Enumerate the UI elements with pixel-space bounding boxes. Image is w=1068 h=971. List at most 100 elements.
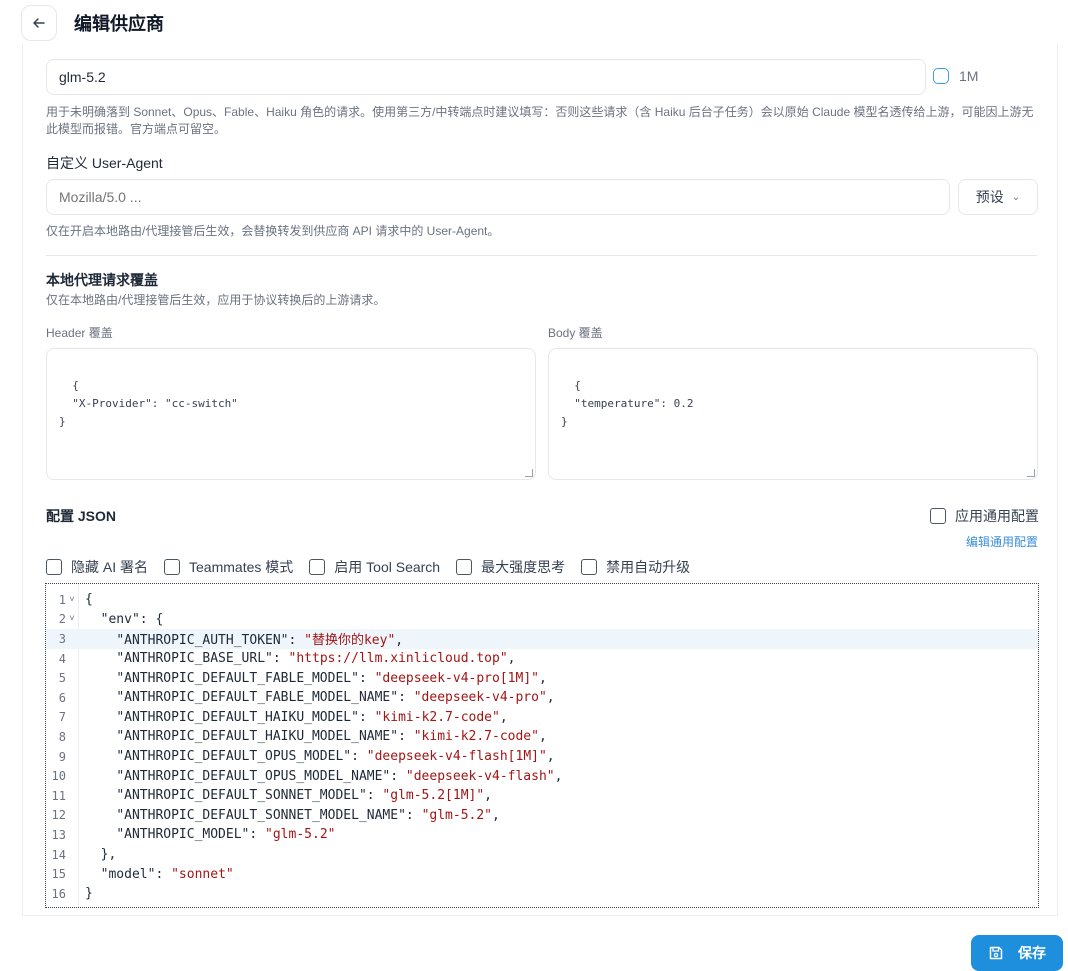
code-text: "ANTHROPIC_DEFAULT_FABLE_MODEL": "deepse… [78, 671, 547, 686]
preset-label: 预设 [975, 189, 1004, 205]
json-key: "ANTHROPIC_MODEL" [116, 827, 250, 843]
json-string-value: "kimi-k2.7-code" [413, 729, 539, 745]
punctuation: : { [139, 611, 164, 627]
option-teammates-mode[interactable]: Teammates 模式 [164, 557, 293, 577]
code-line[interactable]: 14 }, [46, 845, 1038, 865]
option-1m[interactable]: 1M [933, 68, 978, 84]
apply-common-config-option[interactable]: 应用通用配置 [930, 506, 1039, 526]
edit-common-config-link[interactable]: 编辑通用配置 [966, 533, 1038, 550]
code-line[interactable]: 6 "ANTHROPIC_DEFAULT_FABLE_MODEL_NAME": … [46, 688, 1038, 708]
code-line[interactable]: 11 "ANTHROPIC_DEFAULT_SONNET_MODEL": "gl… [46, 786, 1038, 806]
json-code-editor[interactable]: 1 ˅{2 ˅ "env": {3 "ANTHROPIC_AUTH_TOKEN": … [45, 583, 1039, 908]
proxy-override-help: 仅在本地路由/代理接管后生效，应用于协议转换后的上游请求。 [46, 293, 386, 307]
option-tool-search[interactable]: 启用 Tool Search [309, 557, 440, 577]
json-string-value: "deepseek-v4-pro" [413, 690, 547, 706]
header-override-value: { "X-Provider": "cc-switch" } [59, 379, 238, 428]
json-key: "ANTHROPIC_BASE_URL" [116, 651, 273, 667]
code-line[interactable]: 1 ˅ { [46, 590, 1038, 610]
resize-handle[interactable] [1027, 469, 1035, 477]
code-line[interactable]: 16} [46, 884, 1038, 904]
code-line[interactable]: 7 "ANTHROPIC_DEFAULT_HAIKU_MODEL": "kimi… [46, 708, 1038, 728]
code-line[interactable]: 4 "ANTHROPIC_BASE_URL": "https://llm.xin… [46, 649, 1038, 669]
line-number: 14 [51, 847, 66, 862]
code-line[interactable]: 13 "ANTHROPIC_MODEL": "glm-5.2" [46, 825, 1038, 845]
line-number: 6 [58, 690, 66, 705]
option-max-thinking[interactable]: 最大强度思考 [456, 557, 565, 577]
save-button[interactable]: 保存 [971, 935, 1063, 971]
model-help-line-2: 此模型而报错。官方端点可留空。 [46, 122, 227, 136]
header-override-textarea[interactable]: { "X-Provider": "cc-switch" } [46, 348, 536, 480]
code-text: "model": "sonnet" [78, 867, 234, 882]
line-number: 1 [58, 592, 66, 607]
apply-common-config-checkbox[interactable] [930, 508, 946, 524]
code-text: }, [78, 847, 117, 863]
code-text: "ANTHROPIC_DEFAULT_SONNET_MODEL_NAME": "… [78, 808, 500, 823]
user-agent-help: 仅在开启本地路由/代理接管后生效，会替换转发到供应商 API 请求中的 User… [46, 224, 500, 238]
save-icon [989, 946, 1003, 960]
resize-handle[interactable] [525, 469, 533, 477]
code-line[interactable]: 3 "ANTHROPIC_AUTH_TOKEN": "替换你的key", [46, 629, 1038, 649]
code-text: "ANTHROPIC_DEFAULT_HAIKU_MODEL": "kimi-k… [78, 709, 508, 725]
code-text: "ANTHROPIC_DEFAULT_HAIKU_MODEL_NAME": "k… [78, 729, 546, 745]
checkbox[interactable] [309, 559, 326, 575]
code-line[interactable]: 2 ˅ "env": { [46, 610, 1038, 630]
line-number: 8 [58, 729, 66, 744]
code-line[interactable]: 12 "ANTHROPIC_DEFAULT_SONNET_MODEL_NAME"… [46, 806, 1038, 826]
user-agent-label: 自定义 User-Agent [46, 155, 163, 171]
punctuation: , [538, 670, 547, 686]
body-override-textarea[interactable]: { "temperature": 0.2 } [548, 348, 1038, 480]
checkbox[interactable] [456, 559, 473, 575]
code-line[interactable]: 15 "model": "sonnet" [46, 864, 1038, 884]
back-button[interactable] [21, 5, 57, 41]
json-key: "model" [100, 866, 156, 882]
punctuation: , [395, 633, 404, 649]
1m-checkbox[interactable] [933, 68, 949, 84]
json-string-value: "deepseek-v4-flash" [405, 768, 555, 784]
json-key: "ANTHROPIC_DEFAULT_FABLE_MODEL_NAME" [116, 690, 399, 706]
json-string-value: "https://llm.xinlicloud.top" [288, 651, 508, 667]
checkbox[interactable] [164, 559, 181, 575]
code-line[interactable]: 8 "ANTHROPIC_DEFAULT_HAIKU_MODEL_NAME": … [46, 727, 1038, 747]
fold-chevron-icon[interactable]: ˅ [66, 595, 78, 605]
option-1m-label: 1M [959, 68, 979, 84]
punctuation: , [507, 651, 516, 667]
checkbox[interactable] [581, 559, 598, 575]
punctuation: , [546, 749, 555, 765]
model-help-text: 用于未明确落到 Sonnet、Opus、Fable、Haiku 角色的请求。使用… [46, 104, 1036, 138]
fold-chevron-icon[interactable]: ˅ [66, 614, 78, 624]
option-label: 启用 Tool Search [334, 559, 441, 575]
code-text: "ANTHROPIC_DEFAULT_FABLE_MODEL_NAME": "d… [78, 690, 554, 706]
code-line[interactable]: 5 "ANTHROPIC_DEFAULT_FABLE_MODEL": "deep… [46, 668, 1038, 688]
preset-dropdown[interactable]: 预设 ⌄ [958, 179, 1038, 215]
code-line[interactable]: 10 "ANTHROPIC_DEFAULT_OPUS_MODEL_NAME": … [46, 766, 1038, 786]
section-divider [46, 255, 1037, 256]
code-text: "ANTHROPIC_AUTH_TOKEN": "替换你的key", [78, 629, 403, 648]
footer-bar [0, 918, 1068, 969]
checkbox[interactable] [46, 559, 62, 575]
arrow-left-icon [33, 18, 45, 28]
punctuation: , [484, 788, 492, 804]
punctuation: }, [100, 847, 117, 863]
model-input[interactable]: glm-5.2 [46, 59, 926, 95]
user-agent-input[interactable] [46, 179, 950, 215]
code-text: "ANTHROPIC_MODEL": "glm-5.2" [78, 827, 335, 842]
option-hide-ai-signature[interactable]: 隐藏 AI 署名 [46, 557, 148, 577]
json-string-value: "glm-5.2" [265, 827, 336, 843]
option-disable-auto-upgrade[interactable]: 禁用自动升级 [581, 557, 690, 577]
line-number: 10 [51, 769, 66, 784]
json-string-value: "deepseek-v4-flash[1M]" [366, 749, 547, 765]
line-number: 4 [58, 651, 66, 666]
option-label: 最大强度思考 [481, 559, 566, 575]
json-key: "ANTHROPIC_DEFAULT_HAIKU_MODEL" [116, 709, 359, 725]
model-help-line-1: 用于未明确落到 Sonnet、Opus、Fable、Haiku 角色的请求。使用… [46, 105, 1034, 119]
code-line[interactable]: 9 "ANTHROPIC_DEFAULT_OPUS_MODEL": "deeps… [46, 747, 1038, 767]
punctuation: , [499, 709, 508, 725]
